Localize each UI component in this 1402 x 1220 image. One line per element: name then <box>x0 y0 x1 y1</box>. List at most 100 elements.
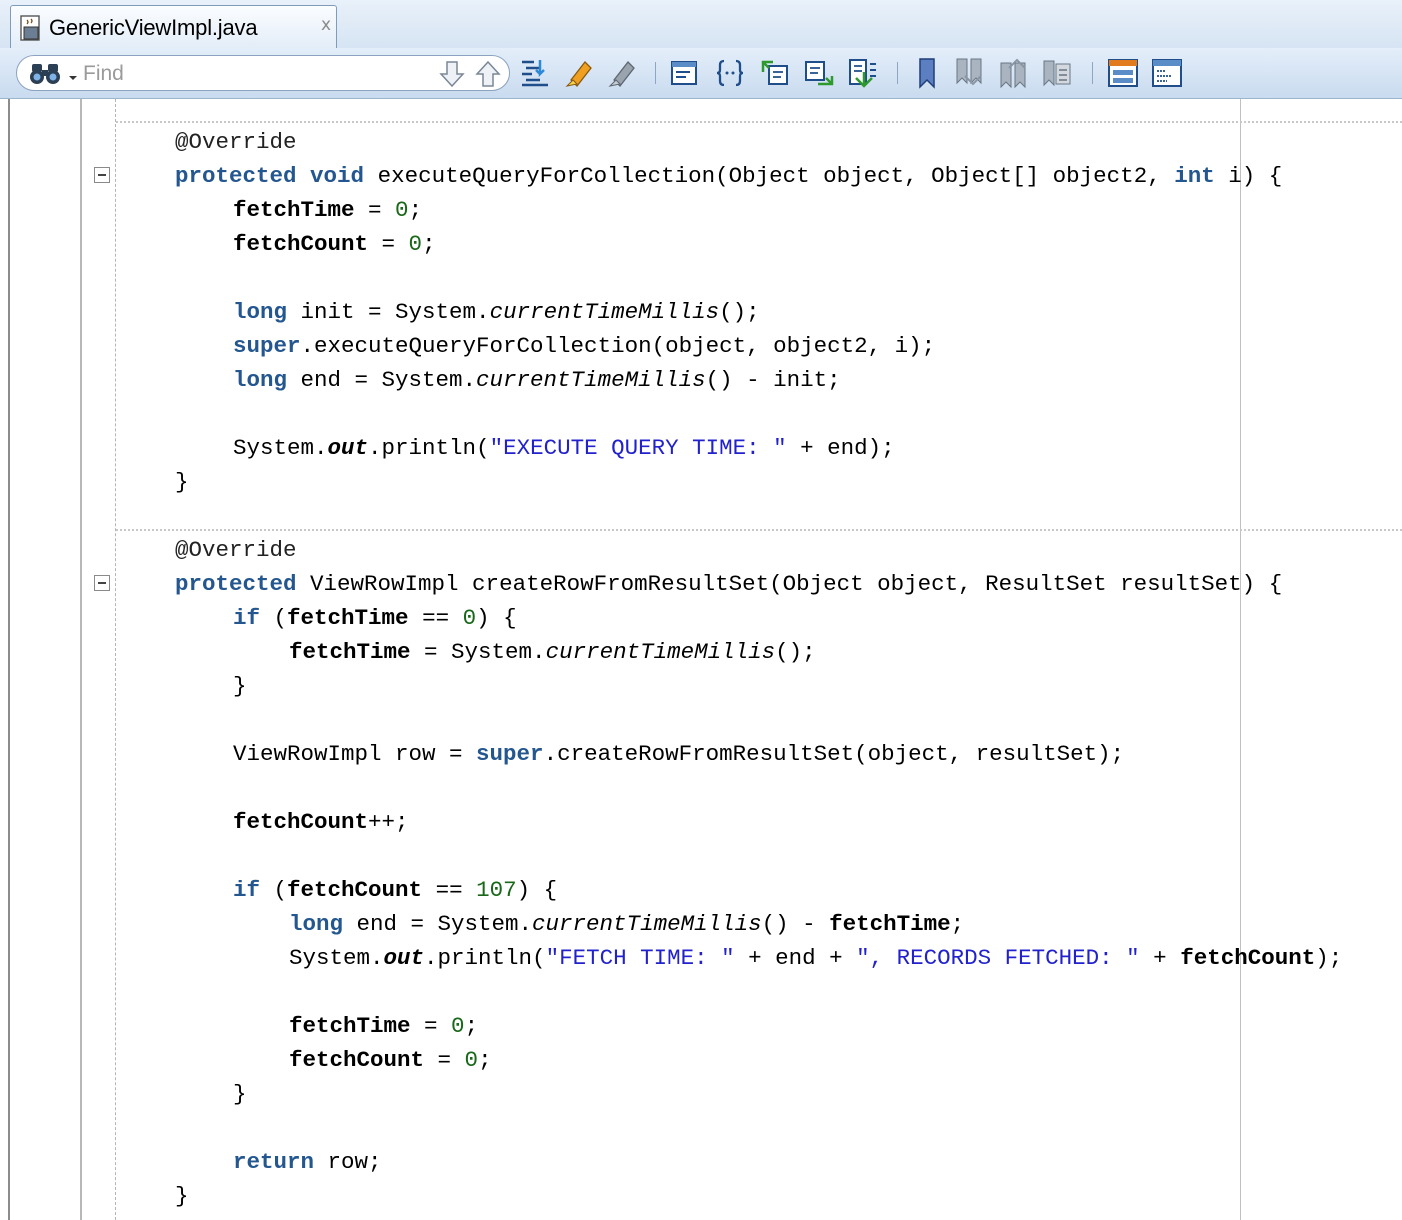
find-input[interactable] <box>81 60 445 88</box>
code-text: = <box>354 197 396 223</box>
number-literal: 0 <box>464 1047 479 1073</box>
goto-line-icon[interactable] <box>518 56 552 90</box>
code-line: if (fetchTime == 0) { <box>233 601 517 635</box>
code-line: @Override <box>175 125 297 159</box>
code-line: System.out.println("FETCH TIME: " + end … <box>289 941 1342 975</box>
bookmark-list-icon[interactable] <box>1040 56 1074 90</box>
code-text: () - <box>761 911 830 937</box>
code-line: } <box>175 1179 189 1213</box>
code-text: executeQueryForCollection(Object object,… <box>364 163 1175 189</box>
code-text: .createRowFromResultSet(object, resultSe… <box>543 741 1125 767</box>
binoculars-icon[interactable] <box>29 62 65 91</box>
code-text: System. <box>289 945 384 971</box>
code-text: init = System. <box>287 299 490 325</box>
tab-genericviewimpl[interactable]: GenericViewImpl.java x <box>10 5 337 48</box>
code-text: ++; <box>368 809 409 835</box>
gutter-border <box>80 99 82 1220</box>
code-editor[interactable]: @Override protected void executeQueryFor… <box>0 99 1402 1220</box>
code-line: fetchTime = System.currentTimeMillis(); <box>289 635 816 669</box>
toolbar-separator <box>655 62 656 84</box>
annotation: @Override <box>175 129 297 155</box>
string-literal: "FETCH TIME: " <box>545 945 735 971</box>
fold-toggle-icon[interactable] <box>94 167 110 183</box>
code-text: = <box>368 231 409 257</box>
code-line: protected void executeQueryForCollection… <box>175 159 1282 193</box>
code-line: } <box>233 1077 247 1111</box>
static-method: currentTimeMillis <box>545 639 776 665</box>
field-ref: fetchCount <box>287 877 423 903</box>
editor-tab-strip: GenericViewImpl.java x <box>0 0 1402 49</box>
static-method: currentTimeMillis <box>532 911 762 937</box>
keyword: int <box>1174 163 1215 189</box>
static-field: out <box>327 435 369 461</box>
code-line: ViewRowImpl row = super.createRowFromRes… <box>233 737 1124 771</box>
field-ref: fetchTime <box>829 911 951 937</box>
toggle-panel-icon[interactable] <box>1150 56 1184 90</box>
clear-highlight-icon[interactable] <box>606 56 640 90</box>
code-text: i) { <box>1214 163 1283 189</box>
number-literal: 0 <box>395 197 409 223</box>
keyword: long <box>233 299 288 325</box>
highlight-icon[interactable] <box>563 56 597 90</box>
code-text: + end); <box>786 435 895 461</box>
code-text: == <box>408 605 463 631</box>
split-view-icon[interactable] <box>1106 56 1140 90</box>
method-separator <box>116 529 1402 531</box>
keyword: void <box>310 163 365 189</box>
find-next-icon[interactable] <box>437 59 467 94</box>
tab-title: GenericViewImpl.java <box>49 15 258 40</box>
fold-guide-line <box>115 99 116 1220</box>
keyword: protected <box>175 163 297 189</box>
code-text: } <box>175 1183 189 1209</box>
code-text: ViewRowImpl row = <box>233 741 477 767</box>
code-line: } <box>175 465 189 499</box>
field-ref: fetchTime <box>287 605 409 631</box>
bookmark-icon[interactable] <box>910 56 944 90</box>
code-text: } <box>175 469 189 495</box>
code-text: row; <box>314 1149 382 1175</box>
code-text: end = System. <box>343 911 533 937</box>
java-file-icon <box>19 15 43 48</box>
chevron-down-icon[interactable] <box>68 69 78 87</box>
code-text: == <box>422 877 477 903</box>
code-text: ; <box>950 911 965 937</box>
find-box <box>16 55 510 91</box>
code-line: long init = System.currentTimeMillis(); <box>233 295 760 329</box>
keyword: super <box>233 333 301 359</box>
code-text: ; <box>464 1013 479 1039</box>
code-text: = <box>424 1047 465 1073</box>
number-literal: 0 <box>408 231 423 257</box>
code-text: } <box>233 673 247 699</box>
number-literal: 0 <box>462 605 477 631</box>
last-edit-icon[interactable] <box>846 56 880 90</box>
code-line: fetchCount = 0; <box>289 1043 492 1077</box>
code-text: } <box>233 1081 247 1107</box>
code-text: .executeQueryForCollection(object, objec… <box>300 333 936 359</box>
next-bookmark-icon[interactable] <box>953 56 987 90</box>
source-back-icon[interactable] <box>757 56 791 90</box>
close-icon[interactable]: x <box>321 15 331 35</box>
keyword: long <box>289 911 344 937</box>
code-text: ( <box>260 605 288 631</box>
fold-toggle-icon[interactable] <box>94 575 110 591</box>
code-line: if (fetchCount == 107) { <box>233 873 557 907</box>
keyword: return <box>233 1149 315 1175</box>
insert-code-icon[interactable] <box>668 56 702 90</box>
field-ref: fetchTime <box>289 1013 411 1039</box>
field-ref: fetchTime <box>289 639 411 665</box>
field-ref: fetchCount <box>1180 945 1316 971</box>
editor-toolbar <box>0 48 1402 99</box>
editor-left-border <box>8 99 10 1220</box>
previous-bookmark-icon[interactable] <box>997 56 1031 90</box>
find-previous-icon[interactable] <box>473 59 503 94</box>
code-line: fetchCount = 0; <box>233 227 436 261</box>
code-line: super.executeQueryForCollection(object, … <box>233 329 935 363</box>
code-text: end = System. <box>287 367 477 393</box>
code-text: ( <box>260 877 288 903</box>
braces-icon[interactable] <box>713 56 747 90</box>
code-line: fetchTime = 0; <box>233 193 422 227</box>
right-margin-line <box>1240 99 1241 1220</box>
code-line: return row; <box>233 1145 382 1179</box>
source-forward-icon[interactable] <box>802 56 836 90</box>
method-separator <box>116 121 1402 123</box>
